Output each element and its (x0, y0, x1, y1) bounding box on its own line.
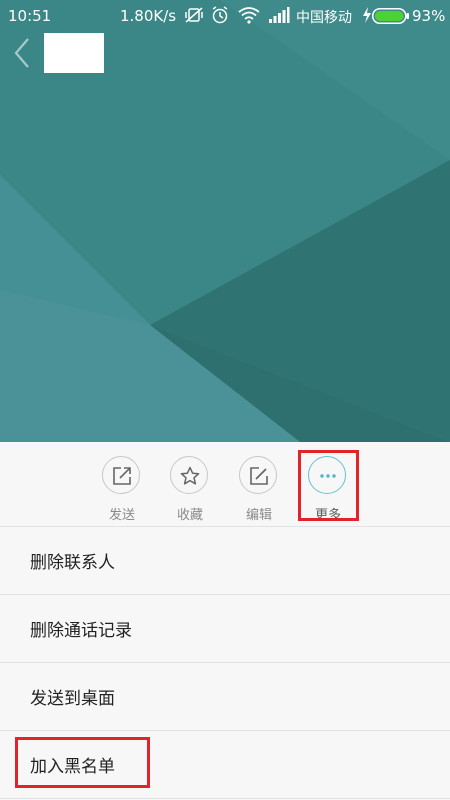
more-menu: 删除联系人 删除通话记录 发送到桌面 加入黑名单 (0, 527, 450, 799)
mute-vibrate-icon (184, 6, 204, 28)
action-bar: 发送 收藏 编辑 更多 (0, 442, 450, 527)
send-circle (102, 456, 140, 494)
send-action-button[interactable]: 发送 (92, 456, 152, 523)
star-icon (180, 466, 200, 485)
favorite-label: 收藏 (176, 508, 203, 523)
status-time: 10:51 (8, 7, 52, 25)
status-bar: 10:51 1.80K/s 中国移动 93% (0, 0, 450, 32)
signal-icon (268, 6, 290, 28)
contact-header: 10:51 1.80K/s 中国移动 93% (0, 0, 450, 442)
wifi-icon (238, 6, 260, 28)
battery-icon (372, 8, 410, 28)
edit-circle (239, 456, 277, 494)
edit-action-button[interactable]: 编辑 (229, 456, 289, 523)
more-label: 更多 (314, 508, 341, 523)
charging-icon (362, 6, 372, 28)
menu-item-delete-call-log[interactable]: 删除通话记录 (0, 595, 450, 663)
carrier-name: 中国移动 (296, 10, 352, 26)
chevron-left-icon (14, 38, 29, 68)
more-circle (308, 456, 346, 494)
menu-item-label: 删除联系人 (30, 553, 115, 573)
contact-detail-screen: 10:51 1.80K/s 中国移动 93% 发送 收藏 编辑 更多 删除联系人… (0, 0, 450, 800)
menu-item-delete-contact[interactable]: 删除联系人 (0, 527, 450, 595)
more-icon (320, 474, 336, 478)
share-icon (113, 467, 131, 485)
edit-label: 编辑 (245, 508, 272, 523)
menu-item-label: 发送到桌面 (30, 689, 115, 709)
edit-icon (250, 467, 268, 485)
back-button[interactable] (10, 36, 38, 70)
battery-percent: 93% (412, 7, 446, 25)
favorite-circle (170, 456, 208, 494)
more-action-button[interactable]: 更多 (298, 456, 358, 523)
favorite-action-button[interactable]: 收藏 (160, 456, 220, 523)
menu-item-label: 删除通话记录 (30, 621, 132, 641)
send-label: 发送 (108, 508, 135, 523)
menu-item-label: 加入黑名单 (30, 757, 115, 777)
network-speed: 1.80K/s (120, 7, 177, 25)
menu-item-add-to-blacklist[interactable]: 加入黑名单 (0, 731, 450, 799)
alarm-icon (210, 6, 230, 28)
menu-item-send-to-desktop[interactable]: 发送到桌面 (0, 663, 450, 731)
contact-name (44, 33, 104, 73)
